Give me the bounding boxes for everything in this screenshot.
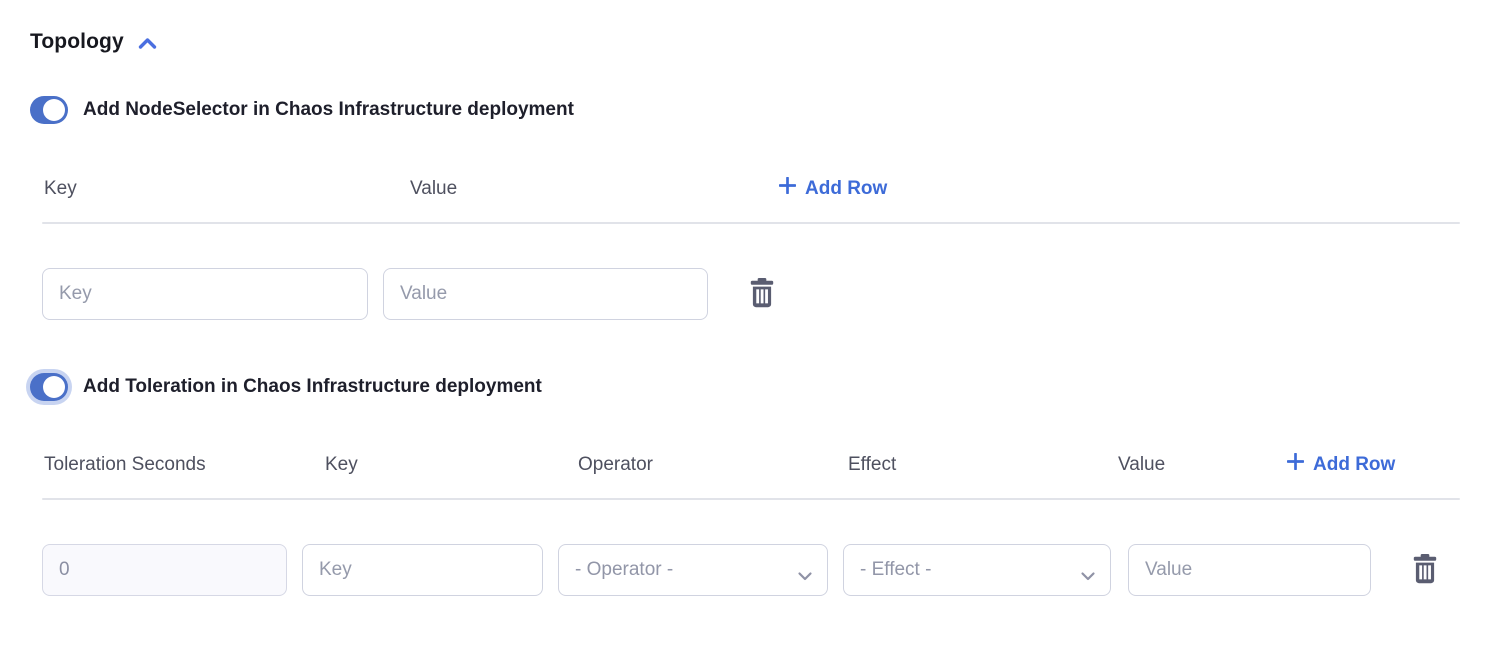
- plus-icon: [1287, 452, 1304, 478]
- column-header-toleration-seconds: Toleration Seconds: [44, 452, 206, 478]
- chevron-up-icon[interactable]: [137, 36, 158, 51]
- nodeselector-toggle-row: Add NodeSelector in Chaos Infrastructure…: [30, 96, 1460, 124]
- toleration-key-input[interactable]: [302, 544, 543, 596]
- column-header-key: Key: [44, 176, 77, 202]
- nodeselector-add-row-button[interactable]: Add Row: [779, 176, 887, 202]
- toggle-knob: [43, 376, 65, 398]
- column-header-value: Value: [410, 176, 457, 202]
- nodeselector-table-row: [42, 268, 1460, 320]
- nodeselector-key-input[interactable]: [42, 268, 368, 320]
- table-header-divider: [42, 498, 1460, 500]
- column-header-value: Value: [1118, 452, 1165, 478]
- effect-select-value: - Effect -: [860, 559, 931, 581]
- effect-select[interactable]: - Effect -: [843, 544, 1111, 596]
- nodeselector-value-input[interactable]: [383, 268, 708, 320]
- toleration-table: Toleration Seconds Key Operator Effect V…: [42, 452, 1460, 596]
- topology-section: Topology Add NodeSelector in Chaos Infra…: [0, 0, 1500, 596]
- trash-icon: [748, 277, 776, 311]
- toleration-value-input[interactable]: [1128, 544, 1371, 596]
- add-row-label: Add Row: [1313, 452, 1395, 478]
- trash-icon: [1411, 553, 1439, 587]
- column-header-operator: Operator: [578, 452, 653, 478]
- page-title: Topology: [30, 30, 124, 54]
- toleration-toggle-label: Add Toleration in Chaos Infrastructure d…: [83, 376, 542, 398]
- toleration-delete-row-button[interactable]: [1411, 553, 1439, 587]
- nodeselector-toggle-label: Add NodeSelector in Chaos Infrastructure…: [83, 99, 574, 121]
- column-header-key: Key: [325, 452, 358, 478]
- toleration-add-row-button[interactable]: Add Row: [1287, 452, 1395, 478]
- column-header-effect: Effect: [848, 452, 896, 478]
- toleration-seconds-input[interactable]: [42, 544, 287, 596]
- section-header: Topology: [30, 30, 1460, 54]
- nodeselector-toggle[interactable]: [30, 96, 68, 124]
- chevron-down-icon: [1080, 566, 1096, 588]
- toggle-knob: [43, 99, 65, 121]
- nodeselector-delete-row-button[interactable]: [748, 277, 776, 311]
- toleration-toggle[interactable]: [30, 373, 68, 401]
- operator-select[interactable]: - Operator -: [558, 544, 828, 596]
- nodeselector-table: Key Value Add Row: [42, 176, 1460, 320]
- nodeselector-table-header: Key Value Add Row: [42, 176, 1460, 202]
- chevron-down-icon: [797, 566, 813, 588]
- plus-icon: [779, 176, 796, 202]
- toleration-table-row: - Operator - - Effect -: [42, 544, 1460, 596]
- add-row-label: Add Row: [805, 176, 887, 202]
- toleration-table-header: Toleration Seconds Key Operator Effect V…: [42, 452, 1460, 478]
- operator-select-value: - Operator -: [575, 559, 673, 581]
- toleration-toggle-row: Add Toleration in Chaos Infrastructure d…: [30, 373, 1460, 401]
- table-header-divider: [42, 222, 1460, 224]
